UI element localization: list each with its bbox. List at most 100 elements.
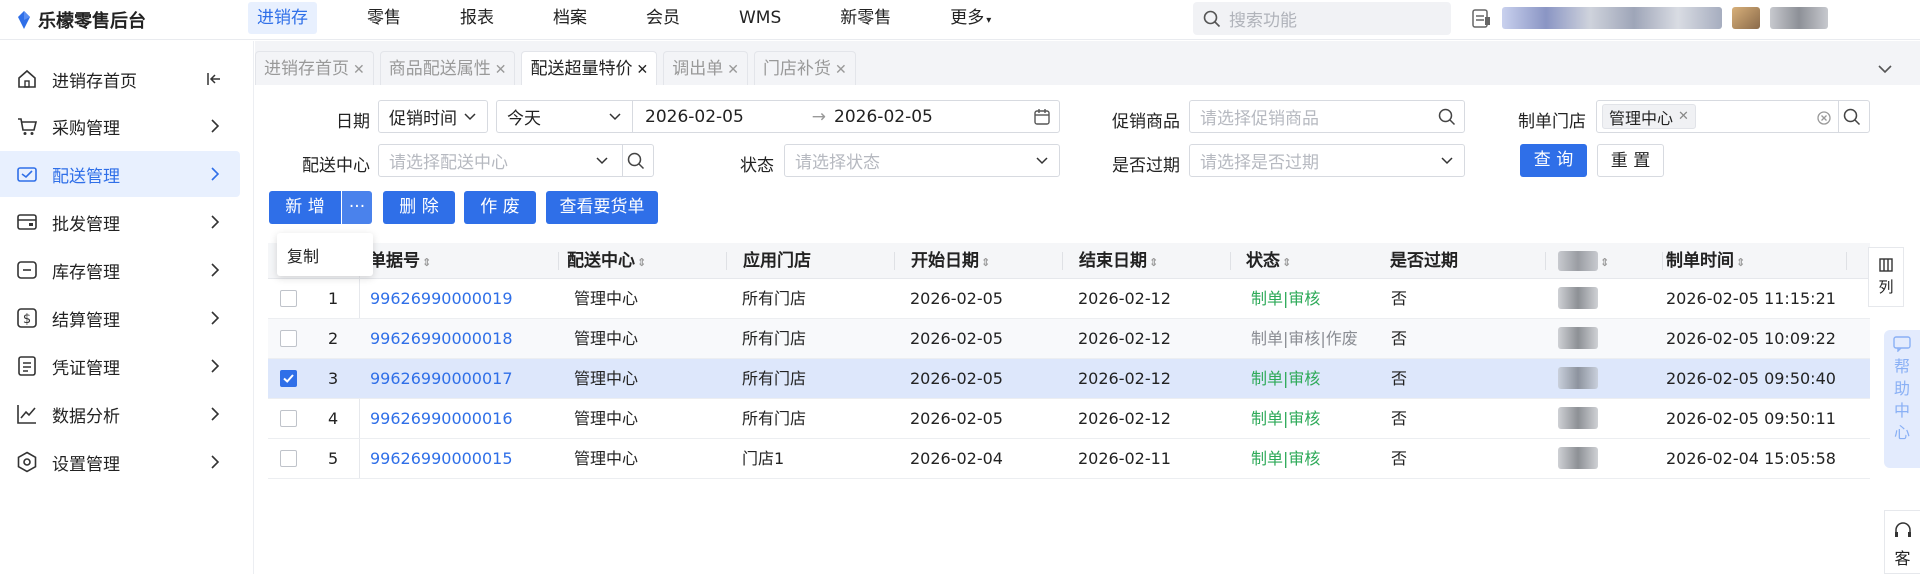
table-row[interactable]: 5 99626990000015 管理中心 门店1 2026-02-04 202…: [268, 439, 1870, 479]
cell-center: 管理中心: [574, 289, 639, 308]
row-checkbox[interactable]: [280, 330, 297, 347]
sidebar-item-home[interactable]: 进销存首页: [0, 55, 254, 103]
row-checkbox[interactable]: [280, 370, 297, 387]
topnav-item-archive[interactable]: 档案: [544, 2, 596, 34]
tab-transfer-out[interactable]: 调出单 ✕: [663, 51, 748, 85]
search-icon[interactable]: [1438, 108, 1456, 126]
row-checkbox[interactable]: [280, 410, 297, 427]
date-range-picker[interactable]: 2026-02-05 → 2026-02-05: [632, 100, 1060, 133]
tab-label: 商品配送属性: [388, 59, 491, 79]
tab-product-distribution-attr[interactable]: 商品配送属性 ✕: [379, 51, 516, 85]
row-checkbox[interactable]: [280, 290, 297, 307]
tag-close-icon[interactable]: ✕: [1678, 109, 1689, 124]
sidebar-item-analytics[interactable]: 数据分析: [0, 391, 240, 437]
app-logo[interactable]: 乐檬零售后台: [16, 6, 146, 34]
close-icon[interactable]: ✕: [495, 62, 507, 78]
clipboard-icon[interactable]: [1470, 7, 1492, 29]
sort-icon: ⇕: [981, 256, 991, 269]
avatar[interactable]: [1732, 7, 1760, 29]
bill-no-link[interactable]: 99626990000018: [370, 319, 513, 358]
chevron-right-icon: [211, 263, 220, 277]
view-order-button[interactable]: 查看要货单: [546, 191, 658, 224]
cell-center: 管理中心: [574, 329, 639, 348]
col-label: 是否过期: [1390, 251, 1458, 271]
bill-no-link[interactable]: 99626990000019: [370, 279, 513, 318]
column-settings-button[interactable]: 列: [1868, 247, 1904, 307]
col-store[interactable]: 应用门店: [743, 243, 811, 279]
chevron-down-icon: [464, 113, 476, 121]
date-label: 日期: [336, 112, 370, 132]
date-type-select[interactable]: 促销时间: [378, 100, 488, 133]
col-create-time[interactable]: 制单时间 ⇕: [1666, 243, 1745, 279]
search-icon[interactable]: [1843, 108, 1861, 126]
blurred-username: [1770, 7, 1828, 29]
reset-button[interactable]: 重 置: [1597, 144, 1664, 177]
tab-inventory-home[interactable]: 进销存首页 ✕: [255, 51, 374, 85]
close-icon[interactable]: ✕: [353, 62, 365, 78]
bill-no-link[interactable]: 99626990000017: [370, 359, 513, 398]
col-bill-no[interactable]: 单据号 ⇕: [369, 243, 431, 279]
tab-distribution-over-qty-special[interactable]: 配送超量特价 ✕: [521, 51, 658, 85]
collapse-sidebar-icon[interactable]: [206, 72, 222, 86]
sidebar-item-stock[interactable]: 库存管理: [0, 247, 240, 293]
table-row[interactable]: 4 99626990000016 管理中心 所有门店 2026-02-05 20…: [268, 399, 1870, 439]
distribution-center-select[interactable]: 请选择配送中心: [378, 144, 654, 177]
date-range-select[interactable]: 今天: [496, 100, 632, 133]
chevron-down-icon[interactable]: [1870, 56, 1900, 82]
col-distribution-center[interactable]: 配送中心 ⇕: [567, 243, 646, 279]
sidebar-item-settings[interactable]: 设置管理: [0, 439, 240, 485]
void-button[interactable]: 作 废: [464, 191, 536, 224]
cart-icon: [18, 118, 38, 135]
sidebar-item-wholesale[interactable]: 批发管理: [0, 199, 240, 245]
sidebar-item-label: 配送管理: [52, 166, 120, 187]
sidebar-item-voucher[interactable]: 凭证管理: [0, 343, 240, 389]
row-checkbox[interactable]: [280, 450, 297, 467]
col-status[interactable]: 状态 ⇕: [1246, 243, 1291, 279]
promo-goods-input[interactable]: 请选择促销商品: [1189, 100, 1465, 133]
customer-service-tab[interactable]: 客: [1884, 510, 1920, 574]
topnav-item-wms[interactable]: WMS: [730, 2, 790, 34]
col-start-date[interactable]: 开始日期 ⇕: [911, 243, 990, 279]
chart-icon: [17, 405, 36, 424]
topnav-item-inventory[interactable]: 进销存: [248, 2, 317, 34]
help-center-tab[interactable]: 帮 助 中 心: [1884, 330, 1920, 468]
topnav-item-retail[interactable]: 零售: [358, 2, 410, 34]
topnav-item-reports[interactable]: 报表: [451, 2, 503, 34]
expired-select[interactable]: 请选择是否过期: [1189, 144, 1465, 177]
store-select[interactable]: 管理中心 ✕: [1596, 100, 1870, 133]
col-blurred[interactable]: ⇕: [1558, 243, 1609, 279]
topnav-item-more[interactable]: 更多 ▾: [941, 2, 1000, 34]
table-row[interactable]: 1 99626990000019 管理中心 所有门店 2026-02-05 20…: [268, 279, 1870, 319]
topnav-item-new-retail[interactable]: 新零售: [831, 2, 900, 34]
add-button[interactable]: 新 增: [269, 191, 341, 224]
document-icon: [18, 356, 36, 376]
help-char: 中: [1893, 401, 1910, 420]
bill-no-link[interactable]: 99626990000015: [370, 439, 513, 478]
table-row[interactable]: 3 99626990000017 管理中心 所有门店 2026-02-05 20…: [268, 359, 1870, 399]
table-row[interactable]: 2 99626990000018 管理中心 所有门店 2026-02-05 20…: [268, 319, 1870, 359]
close-icon[interactable]: ✕: [727, 62, 739, 78]
sidebar-item-distribution[interactable]: 配送管理: [0, 151, 240, 197]
sort-icon: ⇕: [637, 256, 647, 269]
topnav-item-members[interactable]: 会员: [637, 2, 689, 34]
dropdown-item-copy[interactable]: 复制: [287, 243, 319, 267]
sidebar-item-settlement[interactable]: $ 结算管理: [0, 295, 240, 341]
query-button[interactable]: 查 询: [1520, 144, 1587, 177]
close-icon[interactable]: ✕: [835, 62, 847, 78]
col-end-date[interactable]: 结束日期 ⇕: [1079, 243, 1158, 279]
row-index: 5: [328, 449, 339, 468]
status-select[interactable]: 请选择状态: [784, 144, 1060, 177]
bill-no-link[interactable]: 99626990000016: [370, 399, 513, 438]
tab-store-replenish[interactable]: 门店补货 ✕: [753, 51, 856, 85]
blurred-cell: [1558, 327, 1598, 349]
more-actions-button[interactable]: ···: [342, 191, 372, 224]
clear-icon[interactable]: [1817, 111, 1831, 125]
function-search[interactable]: 搜索功能: [1193, 2, 1451, 35]
delete-button[interactable]: 删 除: [383, 191, 455, 224]
help-char: 帮: [1893, 357, 1910, 376]
sidebar-item-purchase[interactable]: 采购管理: [0, 103, 240, 149]
close-icon[interactable]: ✕: [636, 62, 648, 78]
table-header: 单据号 ⇕ 配送中心 ⇕ 应用门店 开始日期 ⇕ 结束日期 ⇕ 状态 ⇕ 是否过期 ⇕ 制…: [268, 243, 1870, 279]
search-icon[interactable]: [627, 152, 645, 170]
col-expired[interactable]: 是否过期: [1390, 243, 1458, 279]
